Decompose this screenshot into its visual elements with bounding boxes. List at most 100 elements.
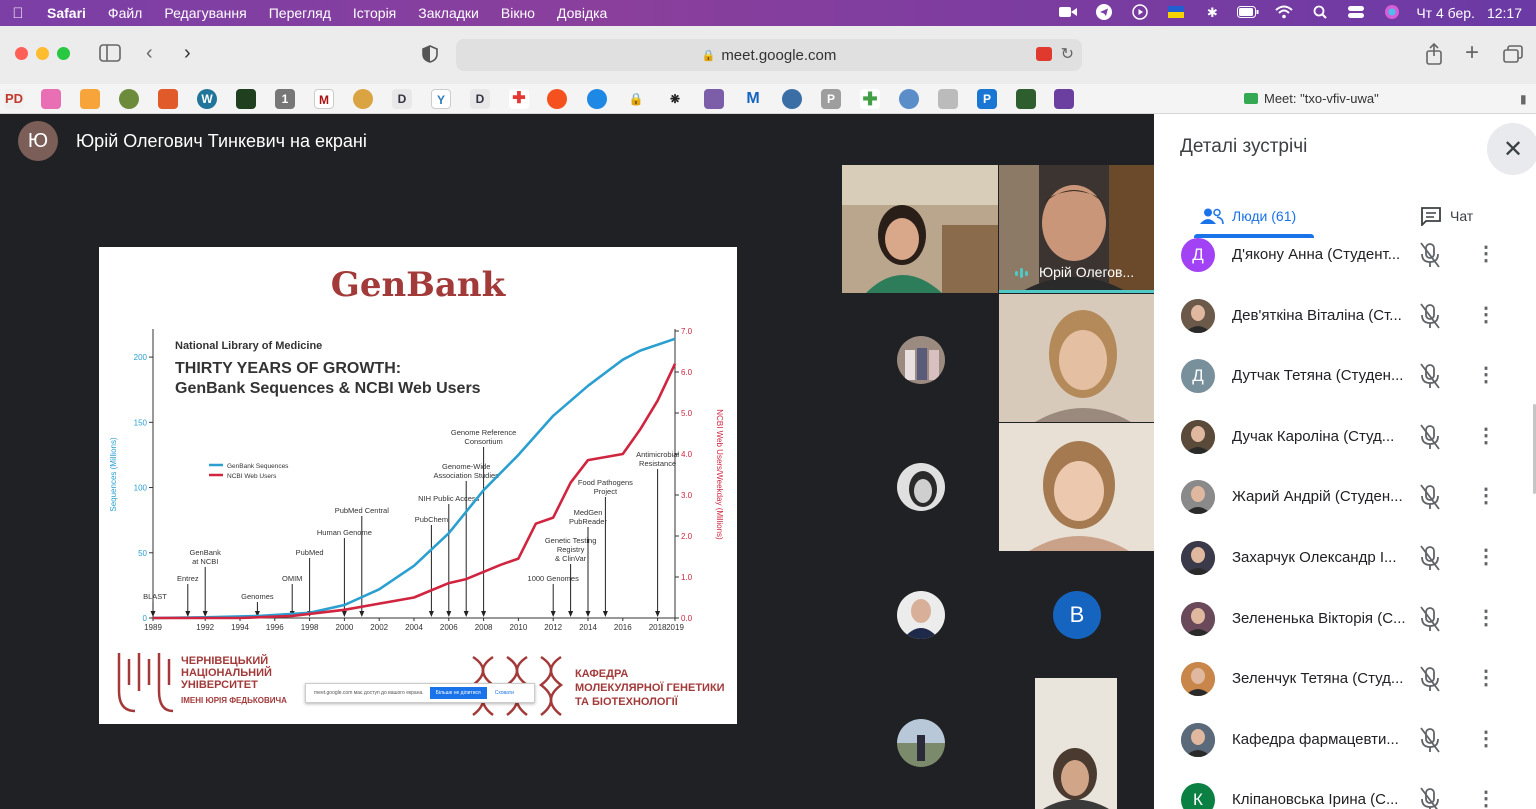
mic-muted-icon[interactable]: [1418, 301, 1442, 331]
mic-muted-icon[interactable]: [1418, 422, 1442, 452]
menu-edit[interactable]: Редагування: [153, 5, 257, 21]
close-panel-button[interactable]: ✕: [1487, 123, 1536, 175]
participant-avatar-initial[interactable]: B: [1053, 591, 1101, 639]
participant-row[interactable]: Захарчук Олександр І... ⋮: [1154, 541, 1536, 601]
participant-row[interactable]: Дучак Кароліна (Студ... ⋮: [1154, 419, 1536, 480]
menu-window[interactable]: Вікно: [490, 5, 546, 21]
window-close-button[interactable]: [15, 47, 28, 60]
participant-row[interactable]: Д Дутчак Тетяна (Студен... ⋮: [1154, 359, 1536, 419]
menu-bookmarks[interactable]: Закладки: [407, 5, 490, 21]
participant-tile-speaker[interactable]: Юрій Олегов...: [999, 165, 1155, 293]
more-options-icon[interactable]: ⋮: [1476, 545, 1496, 569]
favorite-emblem-icon[interactable]: [119, 89, 139, 109]
participant-row[interactable]: Жарий Андрій (Студен... ⋮: [1154, 480, 1536, 540]
privacy-shield-icon[interactable]: [422, 45, 438, 69]
tab-overflow-icon[interactable]: ▮: [1520, 92, 1527, 106]
spotlight-search-icon[interactable]: [1302, 5, 1338, 22]
participant-tile-4[interactable]: [1035, 678, 1117, 809]
window-minimize-button[interactable]: [36, 47, 49, 60]
menu-history[interactable]: Історія: [342, 5, 407, 21]
participant-avatar-3[interactable]: [897, 591, 945, 639]
favorite-book-icon[interactable]: [80, 89, 100, 109]
menubar-clock[interactable]: 12:17: [1481, 5, 1536, 21]
mic-muted-icon[interactable]: [1418, 543, 1442, 573]
more-options-icon[interactable]: ⋮: [1476, 787, 1496, 809]
favorite-m-icon[interactable]: M: [314, 89, 334, 109]
tab-overview-icon[interactable]: [1503, 45, 1523, 69]
favorite-circle-icon[interactable]: [547, 89, 567, 109]
forward-arrow-icon[interactable]: ›: [184, 42, 191, 65]
participant-list[interactable]: Д Д'якону Анна (Студент... ⋮ Дев'яткіна Віт…: [1154, 238, 1536, 809]
mic-muted-icon[interactable]: [1418, 785, 1442, 809]
more-options-icon[interactable]: ⋮: [1476, 606, 1496, 630]
favorite-pinwheel-icon[interactable]: [41, 89, 61, 109]
back-arrow-icon[interactable]: ‹: [146, 42, 153, 65]
mic-muted-icon[interactable]: [1418, 725, 1442, 755]
camera-in-use-icon[interactable]: [1036, 47, 1052, 61]
mic-muted-icon[interactable]: [1418, 664, 1442, 694]
mic-muted-icon[interactable]: [1418, 604, 1442, 634]
mic-muted-icon[interactable]: [1418, 361, 1442, 391]
favorite-d-icon[interactable]: D: [392, 89, 412, 109]
more-options-icon[interactable]: ⋮: [1476, 666, 1496, 690]
tab-people[interactable]: Люди (61): [1200, 196, 1296, 236]
mic-muted-icon[interactable]: [1418, 482, 1442, 512]
keyboard-layout-flag-icon[interactable]: [1158, 5, 1194, 21]
favorite-d2-icon[interactable]: D: [470, 89, 490, 109]
participant-tile-3[interactable]: [999, 423, 1155, 551]
favorite-badge-icon[interactable]: [782, 89, 802, 109]
favorite-pm-icon[interactable]: P: [977, 89, 997, 109]
menu-file[interactable]: Файл: [97, 5, 153, 21]
participant-avatar-4[interactable]: [897, 719, 945, 767]
favorite-microscope-icon[interactable]: [938, 89, 958, 109]
favorite-one-icon[interactable]: 1: [275, 89, 295, 109]
favorite-wordpress-icon[interactable]: W: [197, 89, 217, 109]
more-options-icon[interactable]: ⋮: [1476, 727, 1496, 751]
participant-row[interactable]: Д Д'якону Анна (Студент... ⋮: [1154, 238, 1536, 298]
favorite-pd-icon[interactable]: PD: [4, 89, 24, 109]
participant-tile-2[interactable]: [999, 294, 1155, 422]
favorite-leaf-icon[interactable]: [236, 89, 256, 109]
favorite-m2-icon[interactable]: M: [743, 89, 763, 109]
share-icon[interactable]: [1425, 42, 1443, 71]
address-bar[interactable]: 🔒 meet.google.com ↻: [456, 39, 1082, 71]
favorite-lock-icon[interactable]: 🔒: [626, 89, 646, 109]
control-center-icon[interactable]: [1338, 5, 1374, 22]
more-options-icon[interactable]: ⋮: [1476, 303, 1496, 327]
new-tab-icon[interactable]: +: [1465, 39, 1479, 67]
more-options-icon[interactable]: ⋮: [1476, 242, 1496, 266]
window-zoom-button[interactable]: [57, 47, 70, 60]
menu-view[interactable]: Перегляд: [258, 5, 342, 21]
participant-row[interactable]: Зелененька Вікторія (С... ⋮: [1154, 601, 1536, 662]
favorite-crest-icon[interactable]: [353, 89, 373, 109]
favorite-book2-icon[interactable]: [1016, 89, 1036, 109]
stop-sharing-button[interactable]: Більше не ділитися: [429, 687, 487, 699]
favorite-square-icon[interactable]: [1054, 89, 1074, 109]
favorite-green-plus-icon[interactable]: ✚: [860, 89, 880, 109]
participant-row[interactable]: Зеленчук Тетяна (Студ... ⋮: [1154, 662, 1536, 722]
tab-chat[interactable]: Чат: [1420, 196, 1473, 236]
sidebar-toggle-icon[interactable]: [99, 44, 121, 68]
mic-muted-icon[interactable]: [1418, 240, 1442, 270]
more-options-icon[interactable]: ⋮: [1476, 484, 1496, 508]
participant-row[interactable]: К Кліпановська Ірина (С... ⋮: [1154, 783, 1536, 809]
menu-help[interactable]: Довідка: [546, 5, 618, 21]
more-options-icon[interactable]: ⋮: [1476, 363, 1496, 387]
tab-title[interactable]: Meet: "txo-vfiv-uwa": [1244, 91, 1379, 106]
participant-avatar-1[interactable]: [897, 336, 945, 384]
favorite-globe-icon[interactable]: [587, 89, 607, 109]
bluetooth-icon[interactable]: ✱: [1194, 5, 1230, 21]
favorite-spider-icon[interactable]: ❋: [665, 89, 685, 109]
reload-icon[interactable]: ↻: [1061, 44, 1074, 64]
menubar-date[interactable]: Чт 4 бер.: [1410, 5, 1481, 21]
favorite-p-icon[interactable]: P: [821, 89, 841, 109]
telegram-icon[interactable]: [1086, 3, 1122, 23]
menu-app-name[interactable]: Safari: [36, 5, 97, 21]
camera-status-icon[interactable]: [1050, 6, 1086, 21]
participant-tile-1[interactable]: [842, 165, 998, 293]
battery-icon[interactable]: [1230, 5, 1266, 21]
favorite-y-icon[interactable]: Y: [431, 89, 451, 109]
favorite-chart-icon[interactable]: [158, 89, 178, 109]
media-play-icon[interactable]: [1122, 3, 1158, 23]
favorite-plus-icon[interactable]: ✚: [509, 89, 529, 109]
